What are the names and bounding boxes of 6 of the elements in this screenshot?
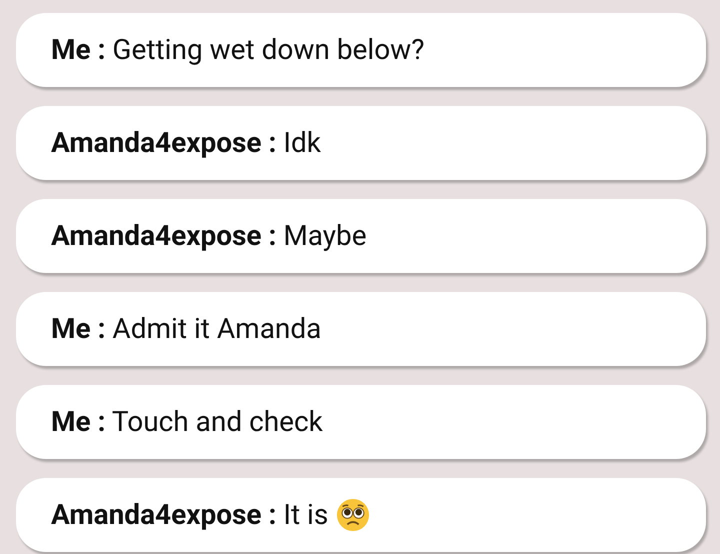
message-text: Me : Getting wet down below? [51, 32, 424, 68]
message-text: Me : Touch and check [51, 404, 323, 440]
message-text: Amanda4expose : Idk [51, 125, 321, 161]
message-text: Me : Admit it Amanda [51, 311, 322, 347]
message-text: Amanda4expose : It is [51, 497, 328, 533]
message-text: Amanda4expose : Maybe [51, 218, 367, 254]
